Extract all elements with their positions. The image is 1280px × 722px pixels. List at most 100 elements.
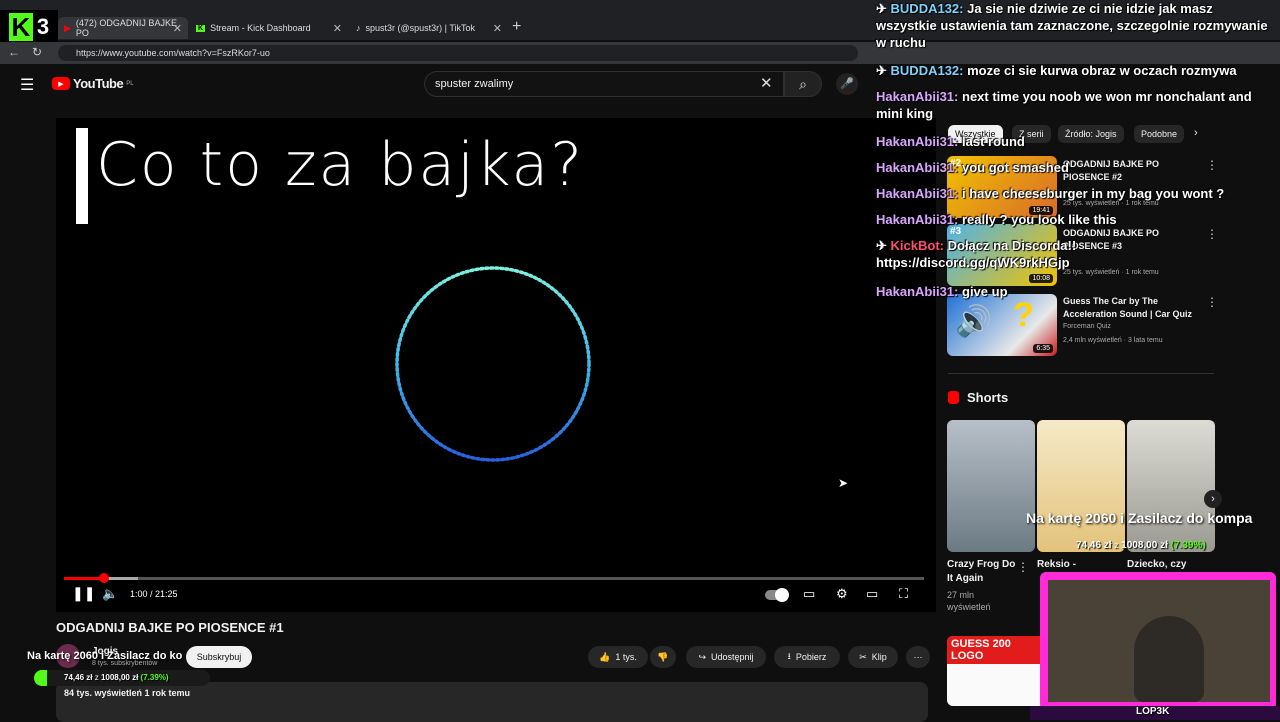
- video-title-card-bar: [76, 128, 88, 224]
- pin-icon: ✈: [876, 238, 887, 253]
- search-input[interactable]: spuster zwalimy: [424, 71, 784, 97]
- goal-percent: (7.39%): [140, 673, 169, 682]
- chat-text: give up: [962, 284, 1008, 299]
- reload-icon[interactable]: ↻: [32, 45, 42, 59]
- more-vert-icon[interactable]: ⋮: [1206, 295, 1218, 309]
- youtube-logo[interactable]: ▶ YouTube PL: [52, 76, 134, 91]
- shorts-icon: [948, 391, 959, 404]
- video-title: ODGADNIJ BAJKE PO PIOSENCE #1: [56, 620, 284, 635]
- chat-username: HakanAbii31:: [876, 186, 959, 201]
- donation-goal-progress-small: 74,46 zł z 1008,00 zł (7.39%): [64, 673, 169, 682]
- short-title[interactable]: Crazy Frog Do It Again: [947, 558, 1017, 586]
- short-title[interactable]: Dziecko, czy: [1127, 558, 1186, 572]
- more-vert-icon[interactable]: ⋮: [1206, 227, 1218, 241]
- short-thumbnail[interactable]: [947, 420, 1035, 552]
- autoplay-knob: [775, 588, 789, 602]
- chat-message: HakanAbii31: really ? you look like this: [876, 211, 1117, 228]
- short-thumbnail[interactable]: [1037, 420, 1125, 552]
- address-bar[interactable]: https://www.youtube.com/watch?v=FszRKor7…: [58, 45, 858, 61]
- progress-scrubber-handle[interactable]: [99, 573, 109, 583]
- browser-tab-tiktok[interactable]: ♪ spust3r (@spust3r) | TikTok ✕: [350, 17, 508, 39]
- thumbs-down-icon: 👎: [657, 651, 669, 662]
- theater-mode-icon[interactable]: ▭: [866, 586, 878, 602]
- share-icon: ↪: [698, 651, 706, 662]
- search-button[interactable]: ⌕: [784, 71, 822, 97]
- ad-thumbnail[interactable]: GUESS 200 LOGO: [947, 636, 1047, 706]
- tab-label: (472) ODGADNIJ BAJKE PO: [75, 18, 177, 38]
- close-tab-icon[interactable]: ✕: [333, 22, 342, 35]
- chip-source[interactable]: Źródło: Jogis: [1058, 125, 1124, 143]
- related-title[interactable]: Guess The Car by The Acceleration Sound …: [1063, 295, 1193, 321]
- goal-separator: z: [94, 673, 99, 682]
- chip-similar[interactable]: Podobne: [1134, 125, 1185, 143]
- chat-username: HakanAbii31:: [876, 284, 959, 299]
- scissors-icon: ✂: [859, 651, 867, 662]
- settings-gear-icon[interactable]: ⚙: [836, 586, 848, 602]
- chevron-right-icon[interactable]: ›: [1194, 127, 1198, 139]
- more-vert-icon[interactable]: ⋮: [1206, 158, 1218, 172]
- chat-message: HakanAbii31: give up: [876, 283, 1008, 300]
- chat-username: HakanAbii31:: [876, 160, 959, 175]
- more-icon: ⋯: [913, 651, 923, 662]
- goal-current: 74,46 zł: [1076, 540, 1112, 551]
- more-vert-icon[interactable]: ⋮: [1017, 560, 1029, 574]
- chat-text: moze ci sie kurwa obraz w oczach rozmywa: [967, 63, 1237, 78]
- progress-track[interactable]: [64, 577, 924, 580]
- new-tab-icon[interactable]: +: [512, 18, 521, 36]
- microphone-icon[interactable]: 🎤: [836, 73, 858, 95]
- pin-icon: ✈: [876, 1, 887, 16]
- dislike-button[interactable]: 👎: [650, 646, 676, 668]
- chat-text: really ? you look like this: [962, 212, 1117, 227]
- related-title[interactable]: ODGADNIJ BAJKE PO PIOSENCE #2: [1063, 158, 1193, 184]
- autoplay-toggle[interactable]: [765, 588, 789, 603]
- more-actions-button[interactable]: ⋯: [906, 646, 930, 668]
- shorts-title: Shorts: [967, 390, 1009, 405]
- thumbs-up-icon: 👍: [599, 651, 611, 662]
- duration: 6:35: [1033, 344, 1053, 353]
- share-label: Udostępnij: [711, 652, 754, 662]
- short-thumbnail[interactable]: [1127, 420, 1215, 552]
- chat-message: ✈ BUDDA132: Ja sie nie dziwie ze ci nie …: [876, 0, 1276, 51]
- back-icon[interactable]: ←: [8, 45, 20, 59]
- shorts-next-icon[interactable]: ›: [1204, 490, 1222, 508]
- volume-icon[interactable]: 🔈: [102, 586, 118, 602]
- donation-goal-progress: 74,46 zł z 1008,00 zł (7.39%): [1076, 540, 1206, 551]
- subtitles-icon[interactable]: ▭: [803, 586, 815, 602]
- tab-label: Stream - Kick Dashboard: [210, 23, 311, 33]
- video-overlay-text: Co to za bajka?: [96, 130, 585, 200]
- menu-icon[interactable]: ☰: [20, 75, 34, 95]
- chat-username: BUDDA132:: [890, 1, 964, 16]
- tab-label: spust3r (@spust3r) | TikTok: [365, 23, 476, 33]
- download-button[interactable]: ⭳ Pobierz: [774, 646, 840, 668]
- chat-message: HakanAbii31: i have cheeseburger in my b…: [876, 185, 1224, 202]
- clip-button[interactable]: ✂ Klip: [848, 646, 898, 668]
- kick-logo: K 3: [0, 10, 58, 44]
- browser-tab-kick[interactable]: K Stream - Kick Dashboard ✕: [190, 17, 348, 39]
- fullscreen-icon[interactable]: ⛶: [899, 586, 908, 602]
- share-button[interactable]: ↪ Udostępnij: [686, 646, 766, 668]
- close-tab-icon[interactable]: ✕: [173, 22, 182, 35]
- youtube-favicon-icon: ▶: [64, 22, 71, 33]
- related-channel[interactable]: Forceman Quiz: [1063, 323, 1111, 330]
- youtube-wordmark: YouTube: [73, 76, 124, 91]
- goal-current: 74,46 zł: [64, 673, 93, 682]
- clear-search-icon[interactable]: ✕: [760, 74, 773, 92]
- speaker-icon: 🔊: [955, 305, 993, 338]
- progress-buffered: [104, 577, 138, 580]
- short-title[interactable]: Reksio -: [1037, 558, 1076, 572]
- related-thumbnail[interactable]: 🔊 ? 6:35: [947, 294, 1057, 356]
- streamer-silhouette: [1134, 616, 1204, 702]
- like-button[interactable]: 👍 1 tys.: [588, 646, 648, 668]
- chat-message: HakanAbii31: last round: [876, 133, 1025, 150]
- goal-percent: (7.39%): [1170, 540, 1206, 551]
- download-label: Pobierz: [795, 652, 827, 662]
- goal-target: 1008,00 zł: [1121, 540, 1168, 551]
- pause-icon[interactable]: ❚❚: [72, 585, 95, 602]
- divider: [948, 373, 1214, 374]
- subscribe-button[interactable]: Subskrybuj: [186, 646, 252, 668]
- duration: 10:08: [1029, 274, 1053, 283]
- chat-text: i have cheeseburger in my bag you wont ?: [962, 186, 1225, 201]
- close-tab-icon[interactable]: ✕: [493, 22, 502, 35]
- browser-tab-youtube[interactable]: ▶ (472) ODGADNIJ BAJKE PO ✕: [58, 17, 188, 39]
- kick-k-icon: K: [8, 12, 33, 42]
